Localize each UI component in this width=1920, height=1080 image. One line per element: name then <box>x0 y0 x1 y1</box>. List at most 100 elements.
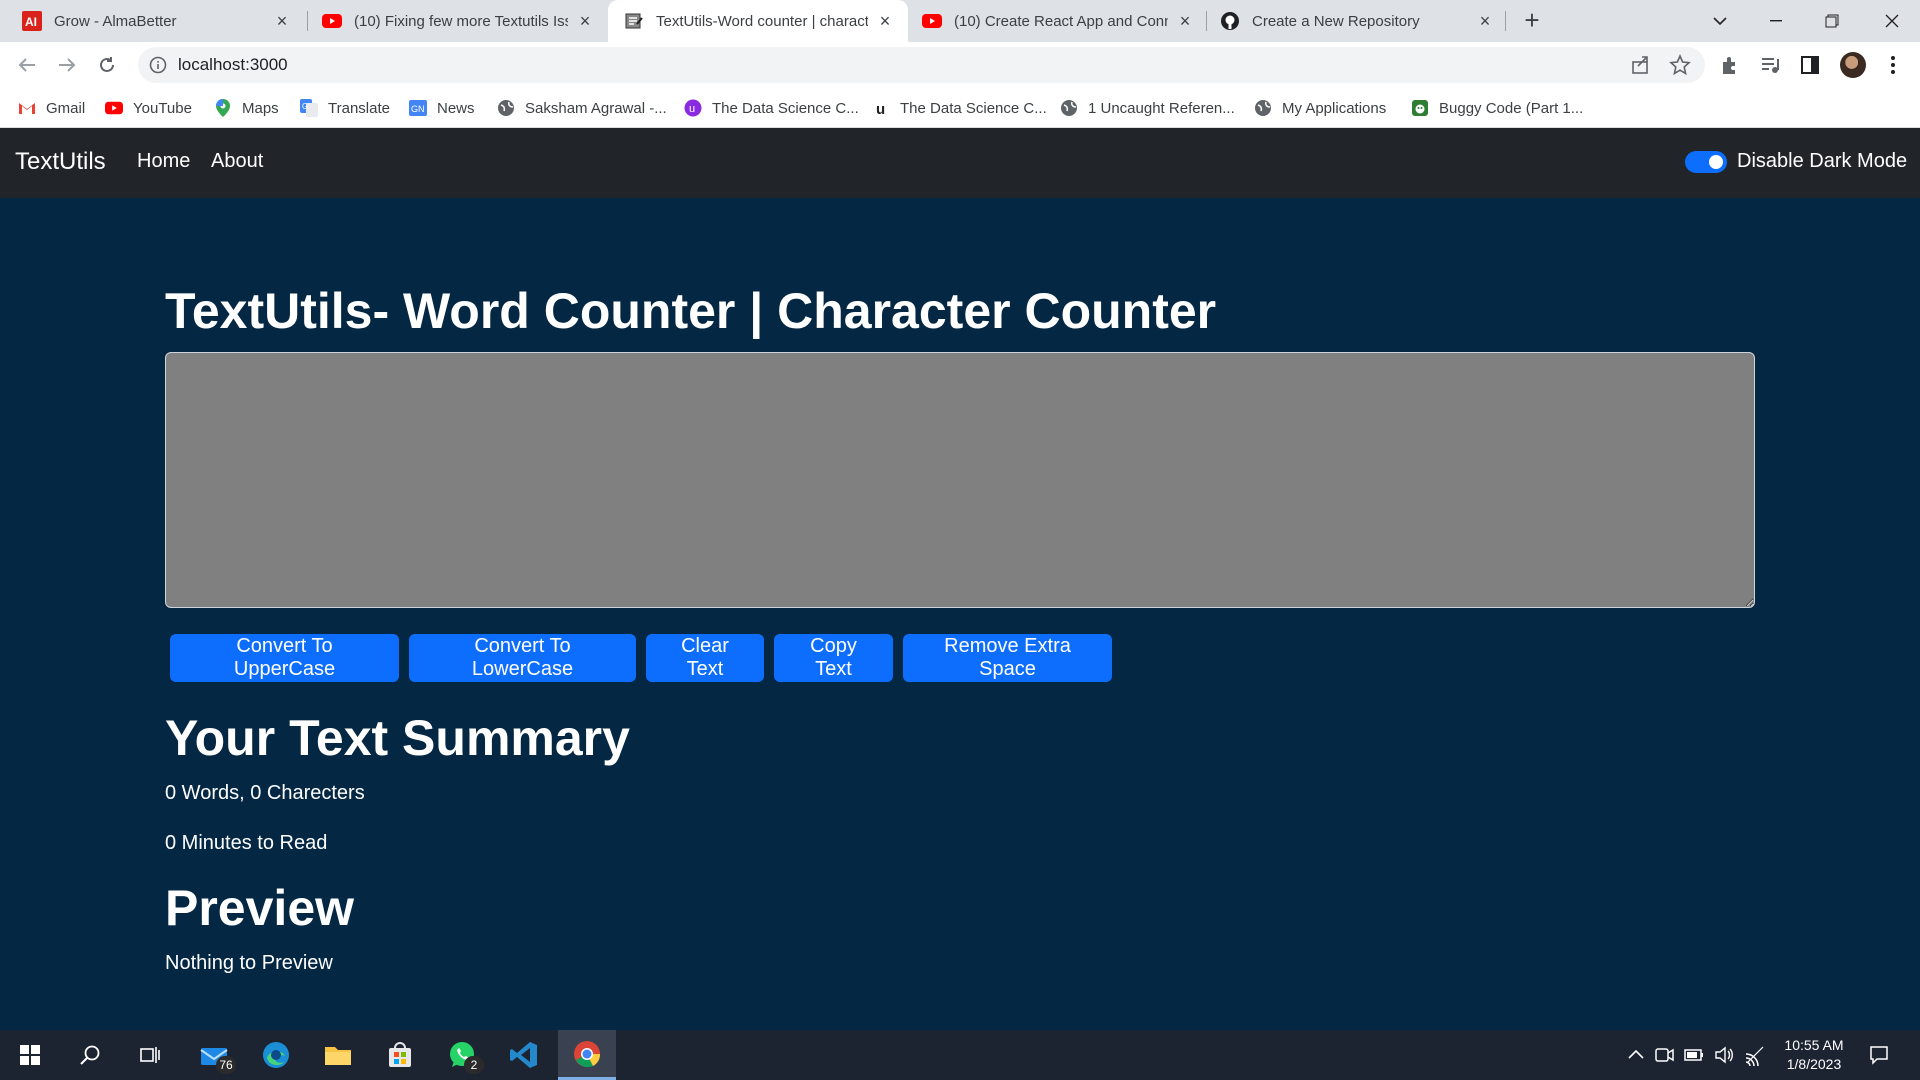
globe-icon <box>497 99 515 117</box>
bookmark-translate[interactable]: G Translate <box>300 97 390 119</box>
reload-icon[interactable] <box>92 50 122 80</box>
address-bar[interactable]: localhost:3000 <box>138 47 1705 83</box>
browser-tab[interactable]: (10) Fixing few more Textutils Issu × <box>308 0 608 42</box>
clear-text-button[interactable]: Clear Text <box>646 634 764 682</box>
svg-text:u: u <box>876 101 885 117</box>
search-icon[interactable] <box>62 1030 118 1080</box>
bookmarks-bar: Gmail YouTube Maps G Translate GN News S… <box>0 88 1920 128</box>
windows-taskbar: 76 2 10:55 AM 1/8/2023 <box>0 1030 1920 1080</box>
system-clock[interactable]: 10:55 AM 1/8/2023 <box>1774 1036 1854 1074</box>
bookmark-data-science-2[interactable]: u The Data Science C... <box>872 97 1047 119</box>
textutils-page-icon <box>624 11 644 31</box>
svg-text:GN: GN <box>411 104 425 114</box>
github-icon <box>1220 11 1240 31</box>
microsoft-store-icon[interactable] <box>372 1030 428 1080</box>
restore-button[interactable] <box>1804 0 1860 42</box>
close-tab-icon[interactable]: × <box>273 11 291 32</box>
profile-avatar[interactable] <box>1840 52 1866 78</box>
translate-icon: G <box>300 99 318 117</box>
svg-text:u: u <box>689 103 695 115</box>
copy-text-button[interactable]: Copy Text <box>774 634 893 682</box>
clock-time: 10:55 AM <box>1784 1037 1844 1053</box>
share-icon[interactable] <box>1630 54 1652 76</box>
site-info-icon[interactable] <box>148 55 168 75</box>
side-panel-icon[interactable] <box>1799 54 1823 78</box>
bookmark-news[interactable]: GN News <box>409 97 475 119</box>
youtube-icon <box>322 11 342 31</box>
browser-tab[interactable]: (10) Create React App and Conne × <box>908 0 1208 42</box>
battery-icon[interactable] <box>1683 1044 1705 1066</box>
summary-heading: Your Text Summary <box>165 710 630 766</box>
meet-now-icon[interactable] <box>1653 1044 1675 1066</box>
browser-tab-active[interactable]: TextUtils-Word counter | characte × <box>608 0 908 42</box>
app-navbar: TextUtils Home About Disable Dark Mode <box>0 128 1920 198</box>
preview-heading: Preview <box>165 880 355 936</box>
svg-text:G: G <box>302 102 308 111</box>
tab-search-chevron-icon[interactable] <box>1692 0 1748 42</box>
mail-app-icon[interactable]: 76 <box>186 1030 242 1080</box>
remove-extra-space-button[interactable]: Remove Extra Space <box>903 634 1112 682</box>
nav-link-home[interactable]: Home <box>137 150 190 173</box>
back-icon[interactable] <box>12 50 42 80</box>
bookmark-maps[interactable]: Maps <box>214 97 279 119</box>
mail-badge: 76 <box>216 1056 236 1074</box>
word-character-count: 0 Words, 0 Charecters <box>165 782 365 804</box>
chrome-menu-icon[interactable] <box>1882 54 1906 78</box>
close-tab-icon[interactable]: × <box>1476 11 1494 32</box>
bookmark-star-icon[interactable] <box>1669 53 1691 76</box>
close-tab-icon[interactable]: × <box>876 11 894 32</box>
chrome-taskbar-icon[interactable] <box>558 1030 616 1080</box>
convert-uppercase-button[interactable]: Convert To UpperCase <box>170 634 399 682</box>
nav-link-about[interactable]: About <box>211 150 263 173</box>
bookmark-saksham[interactable]: Saksham Agrawal -... <box>497 97 667 119</box>
svg-text:AI: AI <box>25 15 37 29</box>
convert-lowercase-button[interactable]: Convert To LowerCase <box>409 634 636 682</box>
bookmark-gmail[interactable]: Gmail <box>18 97 85 119</box>
minimize-button[interactable] <box>1748 0 1804 42</box>
task-view-icon[interactable] <box>122 1030 178 1080</box>
youtube-icon <box>105 99 123 117</box>
gmail-icon <box>18 99 36 117</box>
file-explorer-icon[interactable] <box>310 1030 366 1080</box>
dark-mode-toggle-label[interactable]: Disable Dark Mode <box>1737 150 1907 173</box>
extensions-icon[interactable] <box>1719 54 1743 78</box>
bookmark-uncaught[interactable]: 1 Uncaught Referen... <box>1060 97 1235 119</box>
maps-icon <box>214 99 232 117</box>
notification-center-icon[interactable] <box>1868 1044 1890 1066</box>
close-tab-icon[interactable]: × <box>1176 11 1194 32</box>
media-control-icon[interactable] <box>1759 54 1783 78</box>
page-title: TextUtils- Word Counter | Character Coun… <box>165 283 1217 339</box>
url-text[interactable]: localhost:3000 <box>178 55 288 75</box>
bookmark-youtube[interactable]: YouTube <box>105 97 192 119</box>
close-tab-icon[interactable]: × <box>576 11 594 32</box>
browser-tab[interactable]: Create a New Repository × <box>1208 0 1508 42</box>
new-tab-button[interactable]: + <box>1518 7 1546 35</box>
datascience-icon: u <box>684 99 702 117</box>
edge-browser-icon[interactable] <box>248 1030 304 1080</box>
globe-icon <box>1060 99 1078 117</box>
windows-start-icon[interactable] <box>2 1030 58 1080</box>
close-window-button[interactable] <box>1864 0 1920 42</box>
browser-tab[interactable]: AI Grow - AlmaBetter × <box>0 0 305 42</box>
navbar-brand[interactable]: TextUtils <box>15 148 106 176</box>
globe-icon <box>1254 99 1272 117</box>
browser-toolbar: localhost:3000 <box>0 42 1920 88</box>
whatsapp-icon[interactable]: 2 <box>434 1030 490 1080</box>
main-content: TextUtils- Word Counter | Character Coun… <box>0 198 1920 1030</box>
vscode-icon[interactable] <box>496 1030 552 1080</box>
volume-icon[interactable] <box>1713 1044 1735 1066</box>
wifi-icon[interactable] <box>1744 1044 1766 1067</box>
dark-mode-toggle[interactable] <box>1685 151 1727 173</box>
bug-icon <box>1411 99 1429 117</box>
youtube-icon <box>922 11 942 31</box>
clock-date: 1/8/2023 <box>1786 1056 1842 1072</box>
browser-tab-strip: AI Grow - AlmaBetter × (10) Fixing few m… <box>0 0 1920 42</box>
almabetter-icon: AI <box>22 11 42 31</box>
bookmark-data-science-1[interactable]: u The Data Science C... <box>684 97 859 119</box>
show-hidden-icons-chevron-icon[interactable] <box>1625 1044 1647 1066</box>
bookmark-buggy-code[interactable]: Buggy Code (Part 1... <box>1411 97 1583 119</box>
text-input-area[interactable] <box>165 352 1755 608</box>
read-time: 0 Minutes to Read <box>165 832 328 854</box>
bookmark-my-applications[interactable]: My Applications <box>1254 97 1386 119</box>
forward-icon[interactable] <box>52 50 82 80</box>
